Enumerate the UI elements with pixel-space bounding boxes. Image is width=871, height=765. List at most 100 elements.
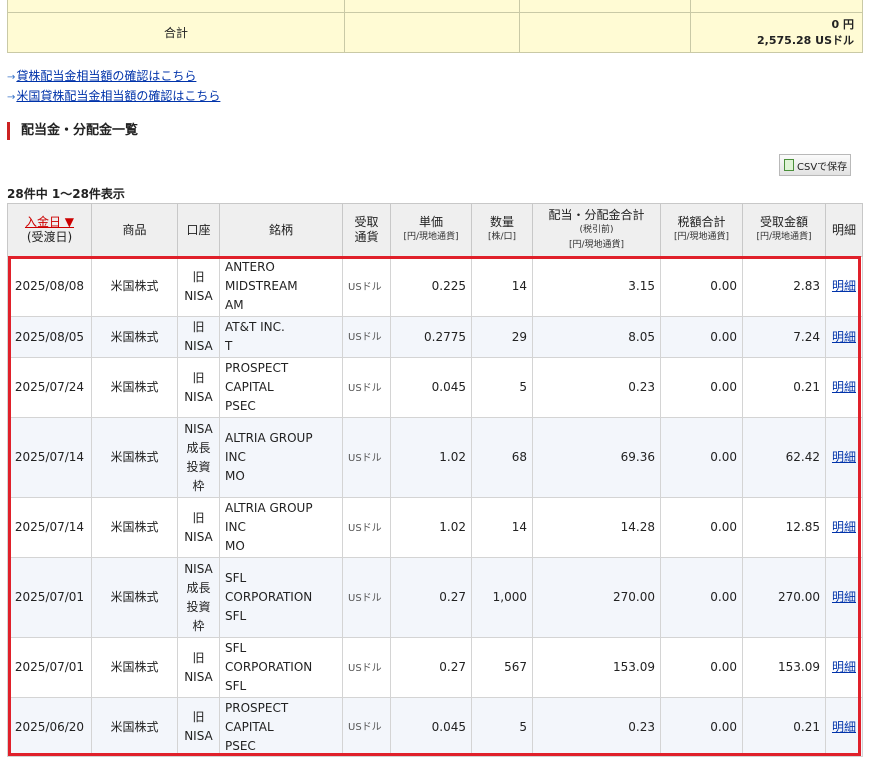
header-detail: 明細 <box>825 203 863 257</box>
cell-product: 米国株式 <box>91 417 178 498</box>
csv-save-button[interactable]: CSVで保存 <box>779 154 851 176</box>
cell-account-line: 成長 <box>186 580 211 595</box>
header-issue: 銘柄 <box>219 203 343 257</box>
cell-issue-line: PROSPECT <box>225 361 289 375</box>
cell-product: 米国株式 <box>91 357 178 418</box>
cell-tax: 0.00 <box>660 637 743 698</box>
cell-tax: 0.00 <box>660 557 743 638</box>
cell-quantity: 29 <box>471 316 533 358</box>
cell-detail: 明細 <box>825 357 863 418</box>
cell-issue-line: T <box>225 339 233 353</box>
cell-issue-line: ALTRIA GROUP <box>225 501 313 515</box>
cell-issue-line: SFL <box>225 641 247 655</box>
cell-issue: ANTERO MIDSTREAM AM <box>219 256 343 317</box>
cell-account: 旧 NISA <box>177 357 220 418</box>
cell-unit-price: 0.2775 <box>390 316 472 358</box>
cell-total: 270.00 <box>532 557 661 638</box>
detail-link[interactable]: 明細 <box>832 520 856 534</box>
cell-total: 8.05 <box>532 316 661 358</box>
table-row: 2025/08/05 米国株式旧 NISA AT&T INC. T USドル 0.2775 2… <box>7 316 863 358</box>
cell-total: 153.09 <box>532 637 661 698</box>
cell-issue-line: CAPITAL <box>225 380 274 394</box>
cell-currency: USドル <box>342 316 391 358</box>
cell-unit-price: 0.27 <box>390 557 472 638</box>
cell-date: 2025/07/01 <box>7 637 92 698</box>
cell-issue-line: ALTRIA GROUP <box>225 431 313 445</box>
cell-issue-line: CAPITAL <box>225 719 274 734</box>
sort-date-link[interactable]: 入金日 ▼ <box>8 215 91 230</box>
currency-label: USドル <box>348 522 382 534</box>
cell-received: 62.42 <box>742 417 826 498</box>
cell-account-line: 旧 <box>192 320 205 334</box>
cell-tax: 0.00 <box>660 417 743 498</box>
cell-issue-line: AM <box>225 298 244 312</box>
cell-date: 2025/08/08 <box>7 256 92 317</box>
table-row: 2025/08/08 米国株式旧 NISA ANTERO MIDSTREAM AM USドル… <box>7 256 863 317</box>
cell-total: 0.23 <box>532 357 661 418</box>
cell-issue: SFL CORPORATION SFL <box>219 557 343 638</box>
cell-unit-price: 0.045 <box>390 697 472 757</box>
detail-link[interactable]: 明細 <box>832 450 856 464</box>
cell-detail: 明細 <box>825 256 863 317</box>
detail-link[interactable]: 明細 <box>832 279 856 293</box>
cell-account-line: NISA <box>184 561 213 576</box>
lending-dividend-link[interactable]: 貸株配当金相当額の確認はこちら <box>16 69 196 83</box>
cell-unit-price: 1.02 <box>390 497 472 558</box>
header-total: 配当・分配金合計 (税引前) [円/現地通貨] <box>532 203 661 257</box>
cell-issue-line: PSEC <box>225 399 256 413</box>
cell-detail: 明細 <box>825 316 863 358</box>
cell-issue-line: MIDSTREAM <box>225 279 298 293</box>
detail-link[interactable]: 明細 <box>832 720 856 734</box>
cell-tax: 0.00 <box>660 357 743 418</box>
table-header-row: 入金日 ▼ (受渡日) 商品 口座 銘柄 受取 通貨 単価 [円/現地通貨] 数… <box>7 203 863 257</box>
summary-label: 合計 <box>7 12 345 53</box>
header-quantity: 数量 [株/口] <box>471 203 533 257</box>
detail-link[interactable]: 明細 <box>832 590 856 604</box>
us-lending-dividend-link[interactable]: 米国貸株配当金相当額の確認はこちら <box>16 89 220 103</box>
cell-account: 旧 NISA <box>177 637 220 698</box>
summary-total-usd: 2,575.28 USドル <box>757 33 854 47</box>
cell-tax: 0.00 <box>660 256 743 317</box>
currency-label: USドル <box>348 332 382 343</box>
header-date-sub: (受渡日) <box>26 230 73 244</box>
detail-link[interactable]: 明細 <box>832 660 856 674</box>
cell-account-line: 枠 <box>192 618 205 633</box>
header-account: 口座 <box>177 203 220 257</box>
detail-link[interactable]: 明細 <box>832 380 856 394</box>
cell-issue-line: SFL <box>225 679 247 693</box>
cell-unit-price: 0.045 <box>390 357 472 418</box>
csv-save-label: CSVで保存 <box>797 161 848 173</box>
table-row: 2025/07/01 米国株式旧 NISA SFL CORPORATION SFL USドル… <box>7 637 863 698</box>
cell-account: NISA 成長 投資枠 <box>177 557 220 638</box>
cell-received: 0.21 <box>742 357 826 418</box>
cell-account-line: NISA <box>184 389 213 404</box>
cell-account-line: 枠 <box>192 478 205 493</box>
cell-account-line: 投資 <box>186 459 211 474</box>
cell-issue: PROSPECT CAPITAL PSEC <box>219 697 343 757</box>
link-row-us-lending: →米国貸株配当金相当額の確認はこちら <box>7 87 220 107</box>
cell-currency: USドル <box>342 557 391 638</box>
header-received: 受取金額 [円/現地通貨] <box>742 203 826 257</box>
cell-account-line: 成長 <box>186 440 211 455</box>
cell-total: 69.36 <box>532 417 661 498</box>
cell-account: 旧 NISA <box>177 256 220 317</box>
cell-currency: USドル <box>342 417 391 498</box>
cell-account: NISA 成長 投資枠 <box>177 417 220 498</box>
cell-issue-line: SFL <box>225 571 247 585</box>
table-row: 2025/06/20 米国株式旧 NISA PROSPECT CAPITAL PSEC US… <box>7 697 863 757</box>
cell-quantity: 14 <box>471 497 533 558</box>
header-tax: 税額合計 [円/現地通貨] <box>660 203 743 257</box>
cell-account-line: NISA <box>184 669 213 684</box>
arrow-right-icon: → <box>7 92 16 103</box>
detail-link[interactable]: 明細 <box>832 330 856 344</box>
cell-issue-line: AT&T INC. <box>225 320 285 334</box>
cell-tax: 0.00 <box>660 697 743 757</box>
cell-product: 米国株式 <box>91 256 178 317</box>
cell-account: 旧 NISA <box>177 316 220 358</box>
cell-issue-line: INC <box>225 450 246 464</box>
cell-unit-price: 1.02 <box>390 417 472 498</box>
cell-detail: 明細 <box>825 637 863 698</box>
result-count: 28件中 1～28件表示 <box>7 187 125 201</box>
cell-issue: ALTRIA GROUP INC MO <box>219 497 343 558</box>
header-date[interactable]: 入金日 ▼ (受渡日) <box>7 203 92 257</box>
